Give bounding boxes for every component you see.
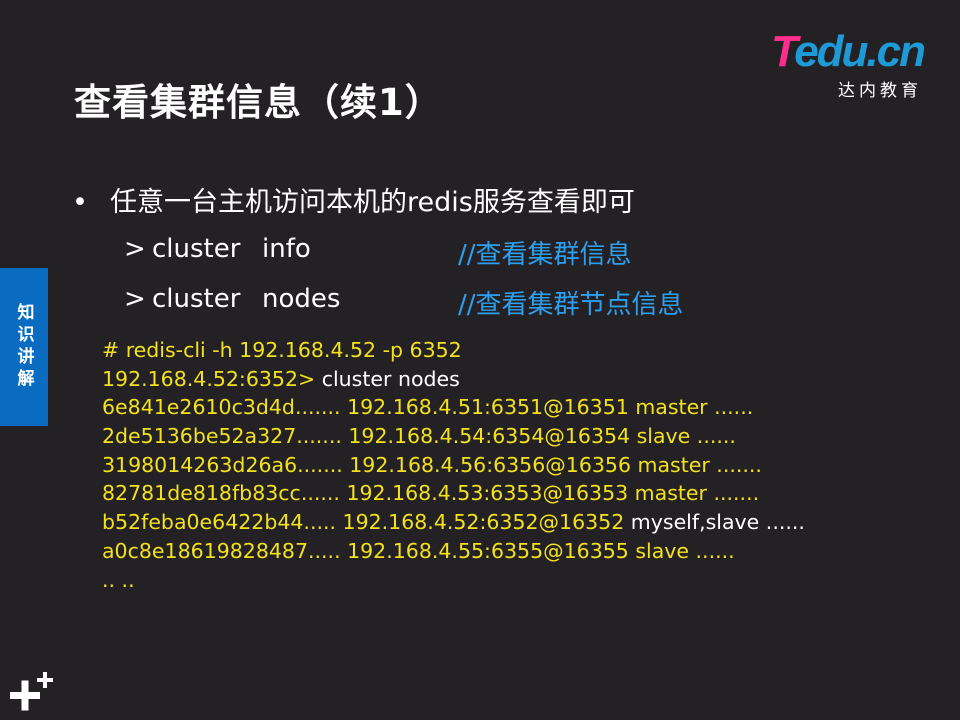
terminal-segment: 192.168.4.52:6352> bbox=[102, 366, 322, 391]
terminal-line: 6e841e2610c3d4d....... 192.168.4.51:6351… bbox=[102, 393, 805, 422]
terminal-segment: a0c8e18619828487..... 192.168.4.55:6355@… bbox=[102, 538, 735, 563]
terminal-segment: # redis-cli -h 192.168.4.52 -p 6352 bbox=[102, 338, 462, 362]
terminal-line: a0c8e18619828487..... 192.168.4.55:6355@… bbox=[102, 537, 805, 566]
terminal-segment: 3198014263d26a6....... 192.168.4.56:6356… bbox=[102, 452, 762, 477]
terminal-line: 2de5136be52a327....... 192.168.4.54:6354… bbox=[102, 422, 805, 451]
terminal-line: b52feba0e6422b44..... 192.168.4.52:6352@… bbox=[102, 508, 805, 537]
terminal-line: # redis-cli -h 192.168.4.52 -p 6352 bbox=[102, 336, 805, 365]
terminal-segment: myself,slave ...... bbox=[630, 510, 805, 535]
side-tab-knowledge[interactable]: 知识讲解 bbox=[0, 268, 48, 426]
command-cluster-info: > cluster info bbox=[124, 234, 311, 264]
side-tab-label: 知识讲解 bbox=[13, 303, 34, 391]
terminal-line: 3198014263d26a6....... 192.168.4.56:6356… bbox=[102, 451, 805, 480]
terminal-line: 82781de818fb83cc...... 192.168.4.53:6353… bbox=[102, 479, 805, 508]
terminal-segment: 6e841e2610c3d4d....... 192.168.4.51:6351… bbox=[102, 395, 754, 420]
terminal-segment: 82781de818fb83cc...... 192.168.4.53:6353… bbox=[102, 481, 760, 506]
command-cluster-nodes: > cluster nodes bbox=[124, 284, 341, 314]
terminal-line: .. .. bbox=[102, 566, 805, 595]
comment-cluster-nodes: //查看集群节点信息 bbox=[458, 290, 684, 320]
terminal-segment: 2de5136be52a327....... 192.168.4.54:6354… bbox=[102, 424, 736, 449]
slide-title: 查看集群信息（续1） bbox=[74, 81, 443, 124]
logo-subtitle: 达内教育 bbox=[838, 81, 922, 101]
bullet-text: 任意一台主机访问本机的redis服务查看即可 bbox=[110, 187, 635, 218]
logo-wordmark: Tedu.cn bbox=[770, 27, 926, 76]
terminal-segment: .. .. bbox=[102, 567, 135, 592]
bullet-dot: • bbox=[72, 187, 88, 218]
bullet-point: • 任意一台主机访问本机的redis服务查看即可 bbox=[72, 180, 635, 219]
comment-cluster-info: //查看集群信息 bbox=[458, 240, 632, 270]
terminal-segment: cluster nodes bbox=[321, 366, 460, 391]
terminal-line: 192.168.4.52:6352> cluster nodes bbox=[102, 365, 805, 394]
plus-decoration-icon bbox=[10, 672, 53, 711]
tedu-logo: Tedu.cn 达内教育 bbox=[744, 27, 926, 102]
terminal-segment: b52feba0e6422b44..... 192.168.4.52:6352@… bbox=[102, 510, 631, 535]
terminal-output: # redis-cli -h 192.168.4.52 -p 6352 192.1… bbox=[102, 336, 805, 594]
